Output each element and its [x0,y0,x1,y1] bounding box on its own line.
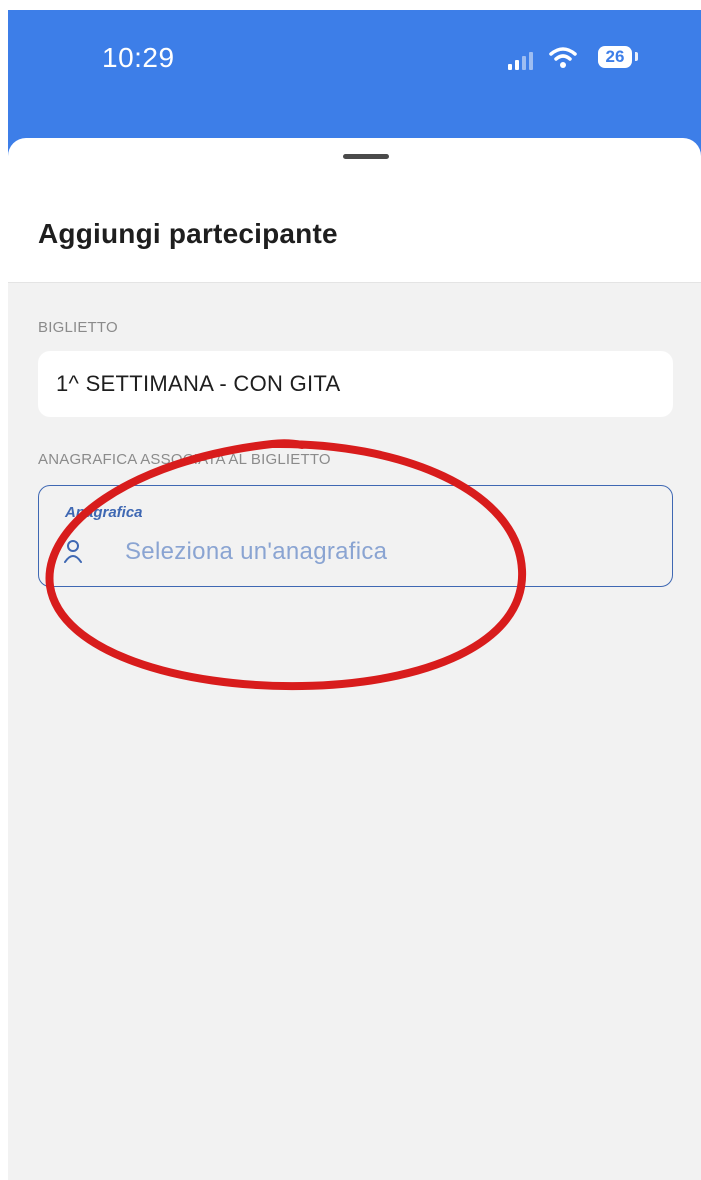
status-time: 10:29 [102,42,175,73]
battery-cap [635,52,638,61]
form-content: BIGLIETTO 1^ SETTIMANA - CON GITA ANAGRA… [8,282,701,1180]
cellular-signal-icon [508,52,533,70]
battery-icon: 26 [598,46,632,68]
person-icon [64,540,82,563]
ticket-value: 1^ SETTIMANA - CON GITA [56,371,341,396]
anagrafica-placeholder: Seleziona un'anagrafica [125,538,388,565]
ticket-section-label: BIGLIETTO [38,319,118,336]
wifi-icon [549,47,577,68]
sheet-title: Aggiungi partecipante [38,218,338,249]
anagrafica-select-field[interactable]: Anagrafica Seleziona un'anagrafica [38,485,673,587]
sheet-grabber-handle[interactable] [343,154,389,159]
bottom-sheet: Aggiungi partecipante BIGLIETTO 1^ SETTI… [8,138,701,1180]
anagrafica-field-label: Anagrafica [65,504,143,521]
anagrafica-section-label: ANAGRAFICA ASSOCIATA AL BIGLIETTO [38,451,331,468]
ticket-card[interactable]: 1^ SETTIMANA - CON GITA [38,351,673,417]
